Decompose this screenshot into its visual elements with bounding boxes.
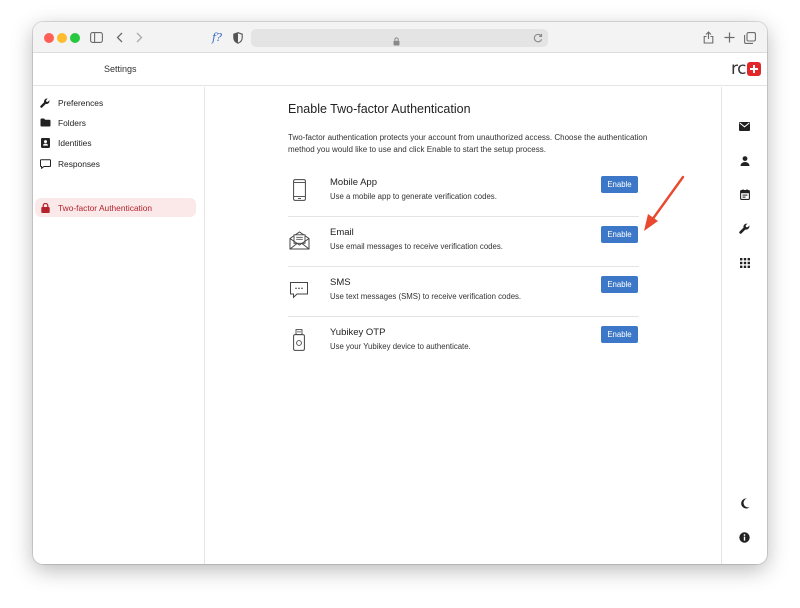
- close-window-button[interactable]: [44, 33, 54, 43]
- divider: [288, 266, 639, 267]
- method-description: Use a mobile app to generate verificatio…: [330, 192, 497, 201]
- sidebar-item-two-factor-authentication[interactable]: Two-factor Authentication: [35, 198, 196, 217]
- dark-mode-icon[interactable]: [738, 497, 751, 510]
- sidebar-item-identities[interactable]: Identities: [35, 133, 196, 152]
- address-bar[interactable]: [251, 29, 548, 47]
- enable-sms-button[interactable]: Enable: [601, 276, 638, 293]
- enable-mobile-app-button[interactable]: Enable: [601, 176, 638, 193]
- email-envelope-icon: [288, 228, 310, 252]
- settings-sidebar: Preferences Folders Identities Responses…: [33, 87, 205, 564]
- app-header: Settings rc: [33, 53, 767, 86]
- tab-overview-icon[interactable]: [743, 29, 756, 46]
- extension-formula-icon[interactable]: f?: [209, 29, 225, 46]
- divider: [288, 216, 639, 217]
- method-description: Use your Yubikey device to authenticate.: [330, 342, 471, 351]
- lock-icon: [39, 202, 51, 214]
- method-name: Email: [330, 227, 354, 238]
- enable-yubikey-button[interactable]: Enable: [601, 326, 638, 343]
- app-navigation-rail: [721, 87, 767, 564]
- roundcube-logo[interactable]: rc: [731, 59, 761, 79]
- identity-card-icon: [39, 137, 51, 149]
- calendar-icon[interactable]: [738, 188, 751, 201]
- contacts-icon[interactable]: [738, 154, 751, 167]
- method-mobile-app: Mobile App Use a mobile app to generate …: [288, 175, 639, 225]
- info-icon[interactable]: [738, 531, 751, 544]
- two-factor-settings-panel: Enable Two-factor Authentication Two-fac…: [288, 102, 648, 351]
- sidebar-item-preferences[interactable]: Preferences: [35, 93, 196, 112]
- zoom-window-button[interactable]: [70, 33, 80, 43]
- sidebar-item-folders[interactable]: Folders: [35, 113, 196, 132]
- logo-plus-icon: [747, 62, 761, 76]
- privacy-shield-icon[interactable]: [232, 29, 244, 46]
- method-description: Use email messages to receive verificati…: [330, 242, 503, 251]
- forward-icon[interactable]: [134, 29, 144, 46]
- divider: [288, 316, 639, 317]
- sidebar-item-label: Identities: [58, 137, 92, 148]
- sidebar-item-label: Folders: [58, 117, 86, 128]
- method-description: Use text messages (SMS) to receive verif…: [330, 292, 522, 301]
- settings-wrench-icon[interactable]: [738, 222, 751, 235]
- minimize-window-button[interactable]: [57, 33, 67, 43]
- sidebar-item-label: Preferences: [58, 97, 104, 108]
- sidebar-item-responses[interactable]: Responses: [35, 154, 196, 173]
- browser-window: f? Settings rc Preferences Folders Ident…: [33, 22, 767, 564]
- sidebar-item-label: Two-factor Authentication: [58, 202, 153, 213]
- method-email: Email Use email messages to receive veri…: [288, 225, 639, 275]
- annotation-arrow-icon: [644, 175, 685, 231]
- mobile-phone-icon: [288, 178, 310, 202]
- lock-icon: [393, 33, 400, 51]
- method-name: SMS: [330, 277, 351, 288]
- reload-icon[interactable]: [532, 31, 544, 49]
- method-sms: SMS Use text messages (SMS) to receive v…: [288, 275, 639, 325]
- page-title: Settings: [104, 64, 137, 74]
- sidebar-item-label: Responses: [58, 158, 100, 169]
- logo-text: rc: [731, 59, 746, 79]
- sms-message-icon: [288, 278, 310, 302]
- method-name: Yubikey OTP: [330, 327, 386, 338]
- sidebar-toggle-icon[interactable]: [89, 29, 103, 46]
- section-heading: Enable Two-factor Authentication: [288, 102, 471, 116]
- back-icon[interactable]: [114, 29, 124, 46]
- share-icon[interactable]: [702, 29, 714, 46]
- mail-icon[interactable]: [738, 120, 751, 133]
- new-tab-icon[interactable]: [723, 29, 735, 46]
- section-description: Two-factor authentication protects your …: [288, 133, 648, 154]
- method-yubikey-otp: Yubikey OTP Use your Yubikey device to a…: [288, 325, 639, 375]
- apps-grid-icon[interactable]: [738, 256, 751, 269]
- wrench-icon: [39, 97, 51, 109]
- comment-icon: [39, 158, 51, 170]
- usb-key-icon: [288, 328, 310, 352]
- browser-toolbar: f?: [33, 22, 767, 53]
- method-name: Mobile App: [330, 177, 378, 188]
- enable-email-button[interactable]: Enable: [601, 226, 638, 243]
- folder-icon: [39, 117, 51, 129]
